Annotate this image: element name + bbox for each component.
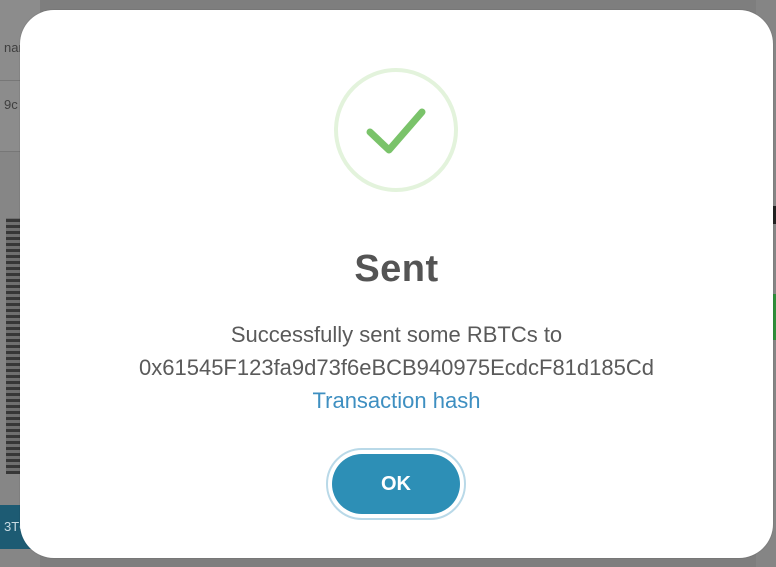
recipient-address: 0x61545F123fa9d73f6eBCB940975EcdcF81d185… xyxy=(139,355,654,380)
message-line: Successfully sent some RBTCs to xyxy=(230,322,563,347)
dialog-message: Successfully sent some RBTCs to 0x61545F… xyxy=(20,318,773,384)
ok-button[interactable]: OK xyxy=(326,448,466,520)
success-icon-ring xyxy=(334,68,458,192)
transaction-hash-link[interactable]: Transaction hash xyxy=(20,386,773,416)
ok-button-label: OK xyxy=(332,454,460,514)
checkmark-icon xyxy=(366,108,426,154)
background-field-text: 9c xyxy=(4,97,18,112)
success-dialog: Sent Successfully sent some RBTCs to 0x6… xyxy=(20,10,773,558)
dialog-title: Sent xyxy=(354,248,439,290)
